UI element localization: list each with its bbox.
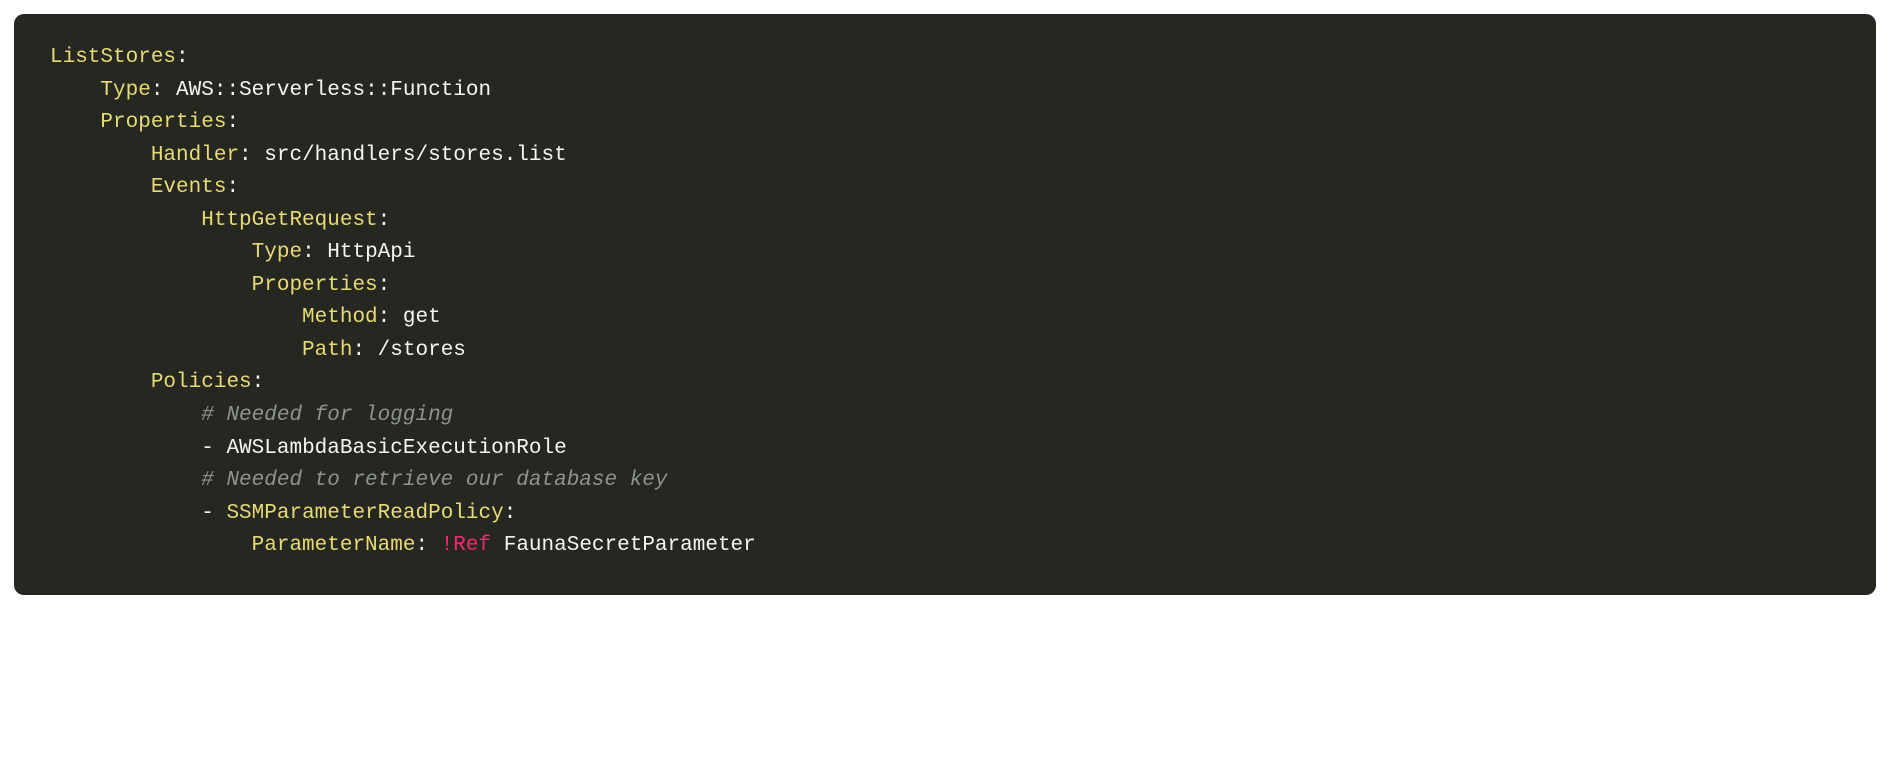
- code-token: [50, 534, 252, 557]
- code-line: HttpGetRequest:: [50, 205, 1840, 238]
- code-line: - SSMParameterReadPolicy:: [50, 498, 1840, 531]
- code-token: [50, 274, 252, 297]
- code-token: :: [226, 176, 239, 199]
- code-token: :: [415, 534, 428, 557]
- code-token: :: [302, 241, 315, 264]
- code-token: HttpGetRequest: [201, 209, 377, 232]
- code-token: :: [252, 371, 265, 394]
- code-line: - AWSLambdaBasicExecutionRole: [50, 433, 1840, 466]
- code-token: # Needed for logging: [201, 404, 453, 427]
- code-token: -: [201, 502, 226, 525]
- code-token: ParameterName: [252, 534, 416, 557]
- code-token: [50, 404, 201, 427]
- code-token: src/handlers/stores.list: [252, 144, 567, 167]
- code-token: :: [378, 274, 391, 297]
- code-token: # Needed to retrieve our database key: [201, 469, 667, 492]
- code-line: Method: get: [50, 302, 1840, 335]
- code-line: Properties:: [50, 107, 1840, 140]
- code-line: Handler: src/handlers/stores.list: [50, 140, 1840, 173]
- code-line: Type: AWS::Serverless::Function: [50, 75, 1840, 108]
- code-token: get: [390, 306, 440, 329]
- code-token: [50, 144, 151, 167]
- code-token: Handler: [151, 144, 239, 167]
- code-token: :: [239, 144, 252, 167]
- code-line: ListStores:: [50, 42, 1840, 75]
- code-line: # Needed for logging: [50, 400, 1840, 433]
- code-line: Properties:: [50, 270, 1840, 303]
- code-token: [50, 111, 100, 134]
- code-line: Type: HttpApi: [50, 237, 1840, 270]
- code-token: AWS::Serverless::Function: [163, 79, 491, 102]
- code-block: ListStores: Type: AWS::Serverless::Funct…: [14, 14, 1876, 595]
- code-token: [50, 339, 302, 362]
- code-line: Path: /stores: [50, 335, 1840, 368]
- code-token: :: [378, 306, 391, 329]
- code-token: :: [226, 111, 239, 134]
- code-token: SSMParameterReadPolicy: [226, 502, 503, 525]
- code-token: :: [352, 339, 365, 362]
- code-token: -: [201, 437, 226, 460]
- code-token: !Ref: [441, 534, 491, 557]
- code-token: [50, 437, 201, 460]
- code-token: [50, 306, 302, 329]
- code-token: [50, 502, 201, 525]
- code-token: /stores: [365, 339, 466, 362]
- code-token: :: [378, 209, 391, 232]
- code-line: # Needed to retrieve our database key: [50, 465, 1840, 498]
- code-token: ListStores: [50, 46, 176, 69]
- code-line: Events:: [50, 172, 1840, 205]
- code-token: :: [176, 46, 189, 69]
- code-token: Properties: [252, 274, 378, 297]
- code-token: Method: [302, 306, 378, 329]
- code-token: [50, 209, 201, 232]
- code-token: Type: [100, 79, 150, 102]
- code-token: Events: [151, 176, 227, 199]
- code-token: [50, 241, 252, 264]
- code-line: ParameterName: !Ref FaunaSecretParameter: [50, 530, 1840, 563]
- code-token: FaunaSecretParameter: [491, 534, 756, 557]
- code-token: Path: [302, 339, 352, 362]
- code-token: [50, 79, 100, 102]
- code-token: Properties: [100, 111, 226, 134]
- code-token: AWSLambdaBasicExecutionRole: [226, 437, 566, 460]
- code-token: :: [151, 79, 164, 102]
- code-line: Policies:: [50, 367, 1840, 400]
- code-token: [50, 176, 151, 199]
- code-token: [50, 469, 201, 492]
- code-token: Type: [252, 241, 302, 264]
- code-token: [50, 371, 151, 394]
- code-token: :: [504, 502, 517, 525]
- code-token: [428, 534, 441, 557]
- code-token: Policies: [151, 371, 252, 394]
- code-token: HttpApi: [315, 241, 416, 264]
